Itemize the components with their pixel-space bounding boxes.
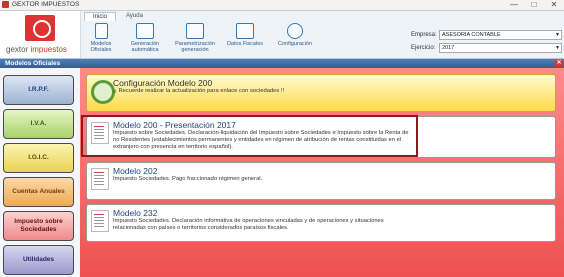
ribbon-tools: Modelos Oficiales Generación automática … [84,21,318,53]
logo-name-part1: gextor [6,45,29,54]
gear-icon [91,80,115,104]
card-configuracion-modelo-200[interactable]: Configuración Modelo 200 ¡¡ Recuerde rea… [86,74,556,112]
minimize-button[interactable]: — [507,0,521,10]
close-window-button[interactable]: ✕ [547,0,561,10]
tool-label: Configuración [278,41,312,47]
empresa-row: Empresa: ASESORIA CONTABLE ▼ [411,30,562,40]
document-icon [94,23,108,39]
maximize-button[interactable]: □ [527,0,541,10]
ejercicio-select[interactable]: 2017 ▼ [439,43,562,53]
card-title: Modelo 202 [113,166,158,176]
tool-label: Generación automática [130,41,160,53]
models-list: Configuración Modelo 200 ¡¡ Recuerde rea… [80,68,564,277]
category-iva-button[interactable]: I.V.A. [3,109,74,139]
empresa-value: ASESORIA CONTABLE [442,32,501,38]
folder-settings-icon [186,23,204,39]
category-cuentas-anuales-button[interactable]: Cuentas Anuales [3,177,74,207]
panel-title: Modelos Oficiales [5,60,61,67]
tab-ayuda[interactable]: Ayuda [118,12,151,20]
tool-modelos-oficiales[interactable]: Modelos Oficiales [84,21,118,53]
tool-label: Modelos Oficiales [90,41,112,53]
logo-name-part2: impuestos [28,45,67,54]
document-icon [91,168,109,190]
card-title: Configuración Modelo 200 [113,78,213,88]
card-description: Impuesto Sociedades. Declaración informa… [113,218,384,231]
selection-highlight [81,115,418,157]
category-irpf-button[interactable]: I.R.P.F. [3,75,74,105]
logo-name: gextor impuestos [6,45,67,54]
category-sociedades-button[interactable]: Impuesto sobre Sociedades [3,211,74,241]
tool-label: Parametrización generación [175,41,215,53]
ribbon: gextor impuestos Inicio Ayuda Modelos Of… [0,11,564,59]
empresa-select[interactable]: ASESORIA CONTABLE ▼ [439,30,562,40]
ejercicio-label: Ejercicio: [411,45,436,51]
tab-inicio[interactable]: Inicio [84,12,117,21]
tool-label: Datos Fiscales [226,41,264,47]
company-selectors: Empresa: ASESORIA CONTABLE ▼ Ejercicio: 2… [411,30,562,56]
panel-header: Modelos Oficiales ✕ [0,59,564,68]
chevron-down-icon: ▼ [555,45,560,51]
document-icon [91,210,109,232]
category-utilidades-button[interactable]: Utilidades [3,245,74,275]
chevron-down-icon: ▼ [555,32,560,38]
card-modelo-202[interactable]: Modelo 202 Impuesto Sociedades. Pago fra… [86,162,556,200]
generate-icon [136,23,154,39]
card-description: ¡¡ Recuerde realizar la actualización pa… [113,88,285,94]
card-description: Impuesto Sociedades. Pago fraccionado ré… [113,176,263,182]
logo: gextor impuestos [0,11,81,58]
window-controls: — □ ✕ [507,0,561,10]
app-icon [2,1,9,8]
window-title: GEXTOR IMPUESTOS [12,1,80,8]
ribbon-tabs: Inicio Ayuda [84,12,151,21]
tool-parametrizacion[interactable]: Parametrización generación [172,21,218,53]
panel-close-button[interactable]: ✕ [555,60,563,67]
tool-generacion-automatica[interactable]: Generación automática [122,21,168,53]
category-sidebar: I.R.P.F. I.V.A. I.G.I.C. Cuentas Anuales… [0,68,80,277]
logo-mark-icon [25,15,55,41]
card-title: Modelo 232 [113,208,158,218]
title-bar: GEXTOR IMPUESTOS — □ ✕ [0,0,564,11]
ejercicio-row: Ejercicio: 2017 ▼ [411,43,562,53]
empresa-label: Empresa: [411,32,437,38]
tool-configuracion[interactable]: Configuración [272,21,318,53]
ejercicio-value: 2017 [442,45,455,51]
monitor-icon [236,23,254,39]
category-igic-button[interactable]: I.G.I.C. [3,143,74,173]
gear-icon [287,23,303,39]
card-modelo-232[interactable]: Modelo 232 Impuesto Sociedades. Declarac… [86,204,556,242]
tool-datos-fiscales[interactable]: Datos Fiscales [222,21,268,53]
